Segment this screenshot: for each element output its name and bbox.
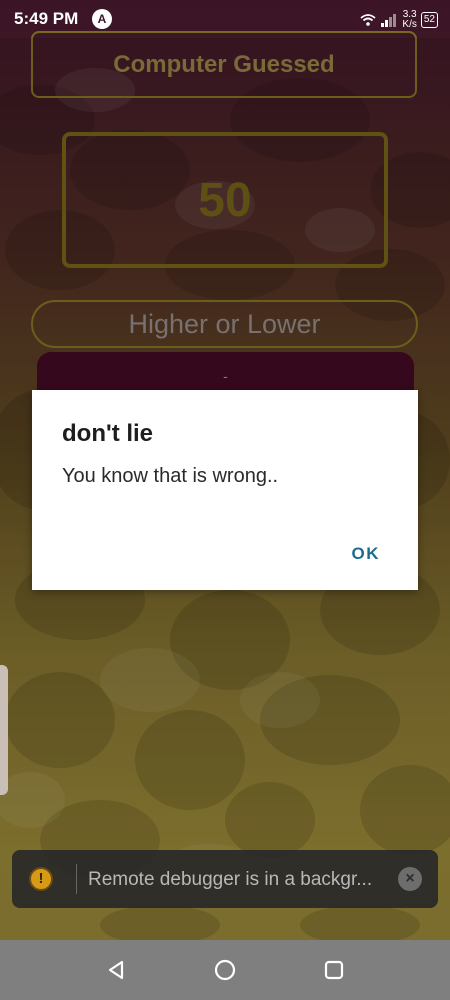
close-icon[interactable]: × (398, 867, 422, 891)
dialog-title: don't lie (62, 420, 154, 447)
signal-icon (381, 14, 397, 27)
alert-dialog: don't lie You know that is wrong.. OK (32, 390, 418, 590)
dialog-message: You know that is wrong.. (62, 465, 279, 487)
status-indicators: 3.3 K/s 52 (360, 8, 438, 32)
recents-icon[interactable] (322, 958, 346, 982)
home-icon[interactable] (213, 958, 237, 982)
status-time: 5:49 PM (14, 9, 79, 28)
app-screen: 5:49 PM A 3.3 K/s 52 Computer Guessed 50… (0, 0, 450, 1000)
debugger-toast[interactable]: ! Remote debugger is in a backgr... × (12, 850, 438, 908)
toast-divider (76, 864, 77, 894)
notification-badge-icon: A (92, 9, 112, 29)
ok-button[interactable]: OK (352, 544, 381, 564)
battery-icon: 52 (420, 12, 438, 28)
network-speed-unit: K/s (402, 19, 417, 30)
back-icon[interactable] (104, 958, 128, 982)
warning-icon: ! (29, 867, 53, 891)
network-speed: 3.3 K/s (402, 10, 416, 30)
edge-panel-handle[interactable] (0, 665, 8, 795)
navigation-bar (0, 940, 450, 1000)
toast-message: Remote debugger is in a backgr... (88, 869, 373, 890)
wifi-icon (360, 14, 377, 26)
